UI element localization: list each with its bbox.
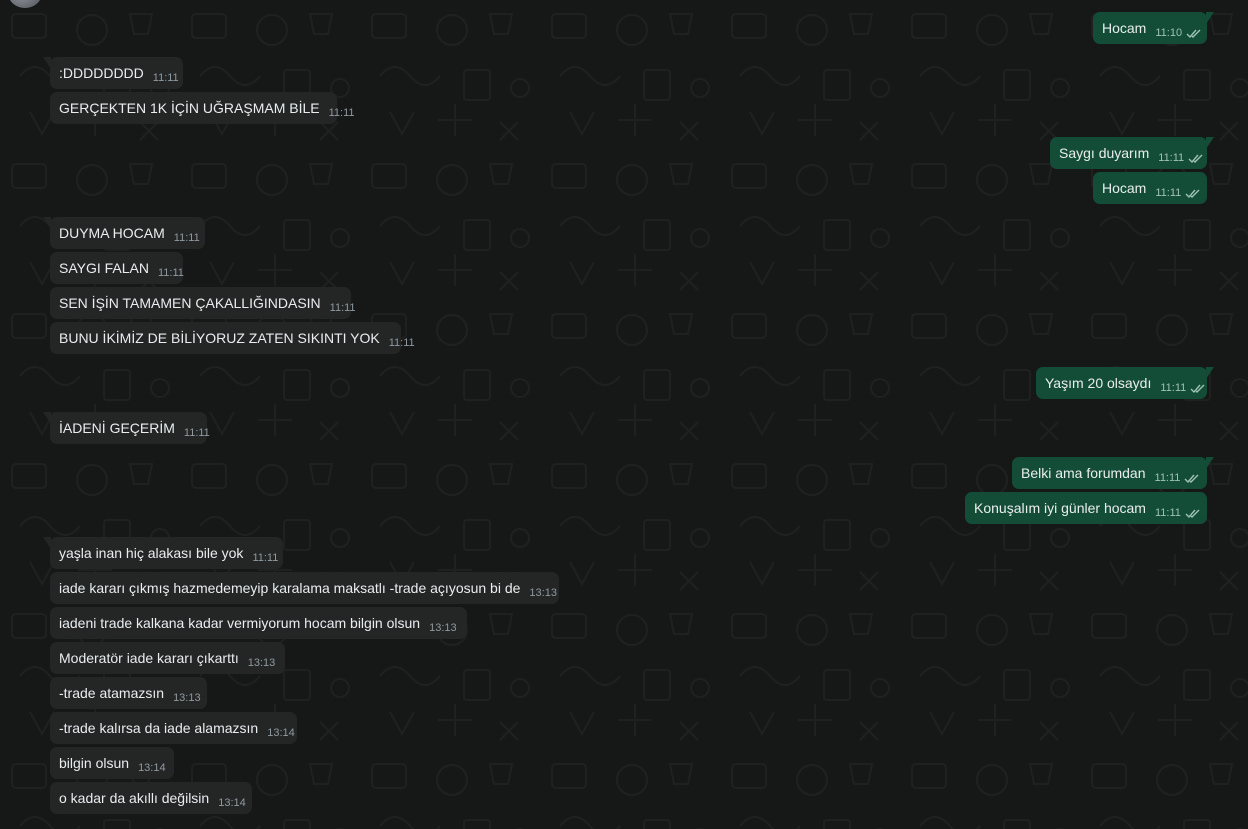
double-check-icon [1190, 384, 1205, 393]
incoming-message[interactable]: -trade atamazsın 13:13 [50, 677, 207, 709]
message-text: SAYGI FALAN [59, 260, 149, 276]
message-time: 11:11 [1160, 382, 1187, 394]
message-meta: 13:14 [138, 762, 166, 774]
message-text: -trade kalırsa da iade alamazsın [59, 720, 259, 736]
double-check-icon [1184, 474, 1199, 483]
incoming-message[interactable]: :DDDDDDDD 11:11 [43, 57, 183, 89]
outgoing-message[interactable]: Hocam 11:11 [1093, 172, 1207, 204]
bubble-tail [1206, 367, 1214, 379]
incoming-message[interactable]: -trade kalırsa da iade alamazsın 13:14 [50, 712, 297, 744]
message-meta: 13:14 [218, 797, 246, 809]
message-text: iade kararı çıkmış hazmedemeyip karalama… [59, 580, 521, 596]
message-text: Hocam [1102, 180, 1147, 196]
message-text: yaşla inan hiç alakası bile yok [59, 545, 244, 561]
message-text: DUYMA HOCAM [59, 225, 165, 241]
incoming-message[interactable]: o kadar da akıllı değilsin 13:14 [50, 782, 252, 814]
message-time: 11:11 [328, 107, 355, 119]
message-text: Konuşalım iyi günler hocam [974, 500, 1146, 516]
message-meta: 11:11 [174, 232, 200, 244]
message-time: 13:13 [529, 587, 557, 599]
message-meta: 11:11 [184, 427, 210, 439]
outgoing-message[interactable]: Yaşım 20 olsaydı 11:11 [1036, 367, 1214, 399]
message-text: Belki ama forumdan [1021, 465, 1146, 481]
double-check-icon [1188, 154, 1203, 163]
message-meta: 11:11 [153, 72, 179, 84]
message-meta: 11:11 [1160, 382, 1206, 394]
message-time: 11:10 [1155, 27, 1183, 39]
bubble-tail [1206, 137, 1214, 149]
message-text: Saygı duyarım [1059, 145, 1150, 161]
incoming-message[interactable]: Moderatör iade kararı çıkarttı 13:13 [50, 642, 285, 674]
message-meta: 11:10 [1155, 27, 1202, 39]
incoming-message[interactable]: yaşla inan hiç alakası bile yok 11:11 [43, 537, 283, 569]
message-time: 11:11 [158, 267, 184, 279]
message-text: Hocam [1102, 20, 1147, 36]
message-meta: 11:11 [158, 267, 184, 279]
message-meta: 13:13 [248, 657, 276, 669]
message-text: -trade atamazsın [59, 685, 165, 701]
double-check-icon [1185, 189, 1200, 198]
message-meta: 13:13 [173, 692, 201, 704]
outgoing-message[interactable]: Saygı duyarım 11:11 [1050, 137, 1214, 169]
message-time: 11:11 [183, 427, 210, 439]
message-meta: 13:13 [529, 587, 557, 599]
bubble-tail [43, 537, 51, 549]
message-time: 11:11 [173, 232, 200, 244]
incoming-message[interactable]: iade kararı çıkmış hazmedemeyip karalama… [50, 572, 559, 604]
bubble-tail [1206, 12, 1214, 24]
message-meta: 11:11 [1155, 507, 1201, 519]
contact-avatar[interactable] [8, 0, 42, 8]
message-time: 13:14 [218, 797, 246, 809]
message-time: 11:11 [252, 552, 279, 564]
outgoing-message[interactable]: Belki ama forumdan 11:11 [1012, 457, 1214, 489]
message-meta: 11:11 [1155, 472, 1201, 484]
message-meta: 11:11 [329, 107, 355, 119]
message-meta: 11:11 [1158, 152, 1204, 164]
incoming-message[interactable]: SEN İŞİN TAMAMEN ÇAKALLIĞINDASIN 11:11 [50, 287, 356, 319]
message-text: GERÇEKTEN 1K İÇİN UĞRAŞMAM BİLE [59, 100, 320, 116]
double-check-icon [1186, 29, 1201, 38]
outgoing-message[interactable]: Konuşalım iyi günler hocam 11:11 [965, 492, 1207, 524]
message-time: 11:11 [1154, 472, 1181, 484]
incoming-message[interactable]: İADENİ GEÇERİM 11:11 [43, 412, 210, 444]
message-text: SEN İŞİN TAMAMEN ÇAKALLIĞINDASIN [59, 295, 321, 311]
message-time: 11:11 [329, 302, 356, 314]
message-meta: 11:11 [330, 302, 356, 314]
message-meta: 11:11 [252, 552, 278, 564]
message-time: 13:13 [247, 657, 276, 669]
message-time: 13:13 [173, 692, 201, 704]
incoming-message[interactable]: GERÇEKTEN 1K İÇİN UĞRAŞMAM BİLE 11:11 [50, 92, 355, 124]
message-meta: 13:13 [429, 622, 457, 634]
message-text: Moderatör iade kararı çıkarttı [59, 650, 239, 666]
message-time: 11:11 [1158, 152, 1185, 164]
message-meta: 11:11 [389, 337, 415, 349]
bubble-tail [43, 57, 51, 69]
message-text: Yaşım 20 olsaydı [1045, 375, 1152, 391]
message-time: 11:11 [388, 337, 415, 349]
bubble-tail [43, 412, 51, 424]
message-time: 11:11 [1155, 187, 1182, 199]
message-time: 11:11 [1154, 507, 1181, 519]
message-time: 13:14 [267, 727, 295, 739]
double-check-icon [1185, 509, 1200, 518]
bubble-tail [43, 217, 51, 229]
message-meta: 13:14 [267, 727, 295, 739]
message-text: iadeni trade kalkana kadar vermiyorum ho… [59, 615, 421, 631]
bubble-tail [1206, 457, 1214, 469]
incoming-message[interactable]: BUNU İKİMİZ DE BİLİYORUZ ZATEN SIKINTI Y… [50, 322, 415, 354]
message-time: 13:14 [138, 762, 166, 774]
message-time: 11:11 [152, 72, 179, 84]
outgoing-message[interactable]: Hocam 11:10 [1093, 12, 1214, 44]
message-meta: 11:11 [1155, 187, 1201, 199]
message-time: 13:13 [429, 622, 457, 634]
incoming-message[interactable]: SAYGI FALAN 11:11 [50, 252, 184, 284]
message-text: :DDDDDDDD [59, 65, 144, 81]
incoming-message[interactable]: bilgin olsun 13:14 [50, 747, 174, 779]
incoming-message[interactable]: DUYMA HOCAM 11:11 [43, 217, 205, 249]
message-text: o kadar da akıllı değilsin [59, 790, 210, 806]
incoming-message[interactable]: iadeni trade kalkana kadar vermiyorum ho… [50, 607, 467, 639]
message-text: BUNU İKİMİZ DE BİLİYORUZ ZATEN SIKINTI Y… [59, 330, 380, 346]
message-text: İADENİ GEÇERİM [59, 420, 175, 436]
message-text: bilgin olsun [59, 755, 130, 771]
